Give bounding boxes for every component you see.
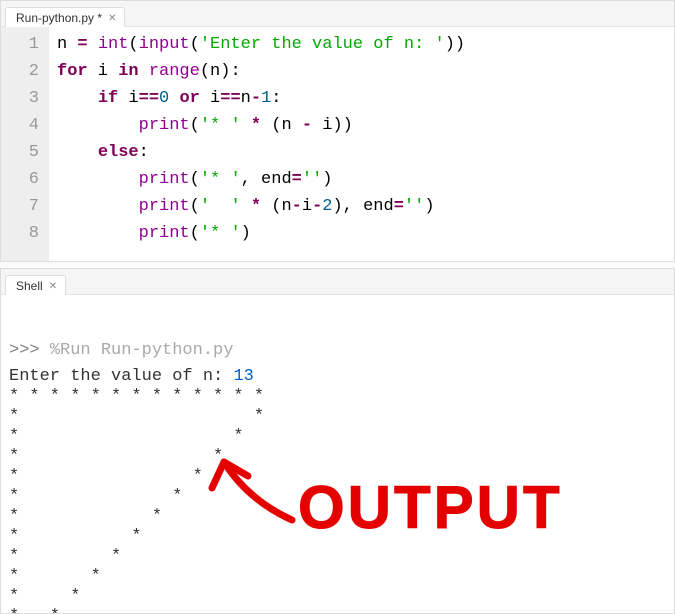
line-number: 7 bbox=[5, 193, 39, 220]
shell-output-line: * * bbox=[9, 527, 666, 547]
shell-output-line: * * bbox=[9, 587, 666, 607]
editor-pane: Run-python.py * ✕ 12345678 n = int(input… bbox=[0, 0, 675, 262]
line-number: 6 bbox=[5, 166, 39, 193]
line-number: 3 bbox=[5, 85, 39, 112]
line-number-gutter: 12345678 bbox=[1, 27, 49, 261]
shell-output-line: * * bbox=[9, 447, 666, 467]
close-icon[interactable]: ✕ bbox=[108, 13, 116, 24]
shell-tab-bar: Shell ✕ bbox=[1, 269, 674, 295]
code-line: print('* ') bbox=[57, 220, 666, 247]
code-line: n = int(input('Enter the value of n: ')) bbox=[57, 31, 666, 58]
editor-tab-label: Run-python.py * bbox=[16, 11, 102, 25]
shell-output-line: * * bbox=[9, 467, 666, 487]
line-number: 4 bbox=[5, 112, 39, 139]
shell-tab-label: Shell bbox=[16, 279, 43, 293]
code-line: if i==0 or i==n-1: bbox=[57, 85, 666, 112]
code-line: for i in range(n): bbox=[57, 58, 666, 85]
shell-prompt-line: >>> %Run Run-python.py bbox=[9, 341, 666, 361]
line-number: 5 bbox=[5, 139, 39, 166]
shell-output-line: * * bbox=[9, 507, 666, 527]
shell-output-line: * * bbox=[9, 607, 666, 613]
code-line: print(' ' * (n-i-2), end='') bbox=[57, 193, 666, 220]
shell-body[interactable]: >>> %Run Run-python.py Enter the value of… bbox=[1, 295, 674, 613]
shell-input-line: Enter the value of n: 13 bbox=[9, 367, 666, 387]
shell-tab[interactable]: Shell ✕ bbox=[5, 275, 66, 295]
code-area[interactable]: n = int(input('Enter the value of n: '))… bbox=[49, 27, 674, 261]
close-icon[interactable]: ✕ bbox=[49, 281, 57, 292]
shell-output-line: * * bbox=[9, 407, 666, 427]
editor-tab-bar: Run-python.py * ✕ bbox=[1, 1, 674, 27]
shell-pane: Shell ✕ >>> %Run Run-python.py Enter the … bbox=[0, 268, 675, 614]
code-line: print('* ', end='') bbox=[57, 166, 666, 193]
shell-output-line: * * bbox=[9, 427, 666, 447]
line-number: 8 bbox=[5, 220, 39, 247]
code-line: print('* ' * (n - i)) bbox=[57, 112, 666, 139]
line-number: 2 bbox=[5, 58, 39, 85]
shell-output-line: * * bbox=[9, 547, 666, 567]
editor-body[interactable]: 12345678 n = int(input('Enter the value … bbox=[1, 27, 674, 261]
line-number: 1 bbox=[5, 31, 39, 58]
code-line: else: bbox=[57, 139, 666, 166]
shell-output-line: * * bbox=[9, 487, 666, 507]
editor-tab[interactable]: Run-python.py * ✕ bbox=[5, 7, 125, 27]
shell-output-line: * * bbox=[9, 567, 666, 587]
shell-output-line: * * * * * * * * * * * * * bbox=[9, 387, 666, 407]
